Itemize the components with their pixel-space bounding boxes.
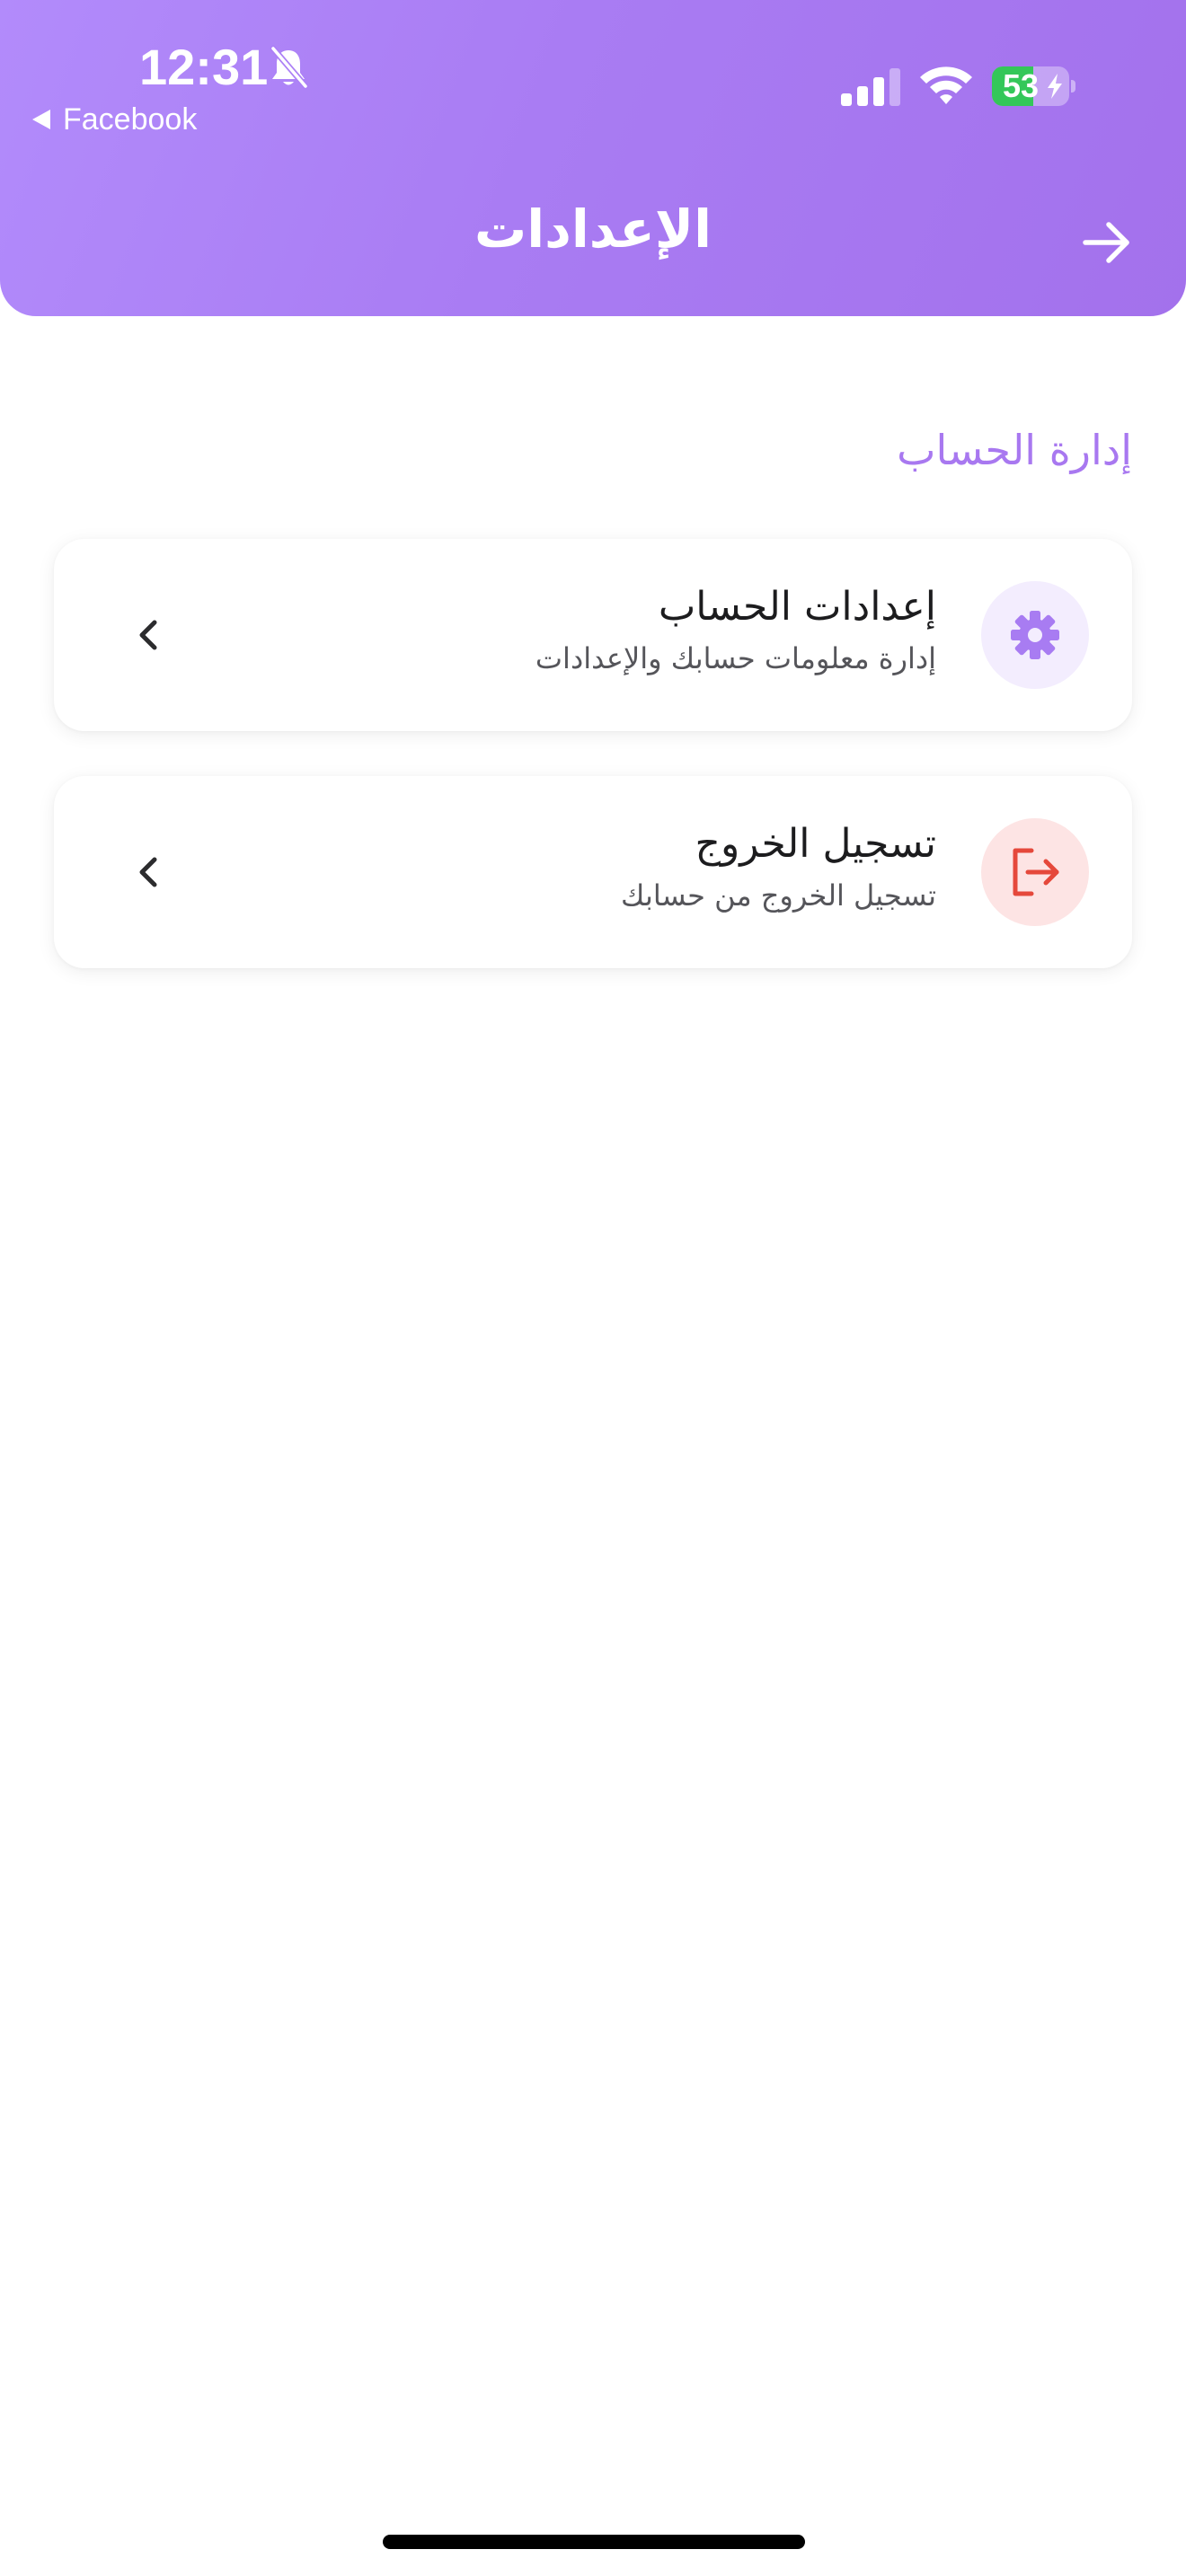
chevron-left-icon <box>139 857 157 887</box>
home-indicator[interactable] <box>383 2535 805 2549</box>
bell-slash-icon <box>270 45 309 90</box>
cellular-signal-icon <box>841 68 900 106</box>
battery-indicator: 53 <box>992 66 1075 106</box>
section-title: إدارة الحساب <box>897 426 1132 474</box>
bolt-icon <box>1048 74 1062 99</box>
chevron-left-icon <box>139 620 157 650</box>
gear-icon <box>1011 611 1059 659</box>
account-settings-title: إعدادات الحساب <box>658 584 936 630</box>
arrow-right-icon[interactable] <box>1080 217 1134 268</box>
account-settings-subtitle: إدارة معلومات حسابك والإعدادات <box>535 641 936 675</box>
back-triangle-icon <box>32 110 50 129</box>
account-settings-texts: إعدادات الحساب إدارة معلومات حسابك والإع… <box>217 578 936 681</box>
status-time: 12:31 <box>139 39 269 95</box>
logout-icon-circle <box>981 818 1089 926</box>
account-settings-icon-circle <box>981 581 1089 689</box>
logout-title: تسجيل الخروج <box>695 821 936 867</box>
logout-icon <box>1013 848 1059 896</box>
back-app-label: Facebook <box>63 102 198 137</box>
logout-subtitle: تسجيل الخروج من حسابك <box>620 878 936 913</box>
back-to-app-link[interactable]: Facebook <box>32 99 197 140</box>
account-settings-item[interactable]: إعدادات الحساب إدارة معلومات حسابك والإع… <box>54 539 1132 731</box>
logout-item[interactable]: تسجيل الخروج تسجيل الخروج من حسابك <box>54 776 1132 968</box>
app-header: 12:31 Facebook 53 الإعدادات <box>0 0 1186 316</box>
battery-percent: 53 <box>1002 67 1040 104</box>
page-title: الإعدادات <box>474 198 712 260</box>
battery-nub <box>1071 80 1075 93</box>
wifi-icon <box>920 66 972 104</box>
logout-texts: تسجيل الخروج تسجيل الخروج من حسابك <box>217 816 936 918</box>
